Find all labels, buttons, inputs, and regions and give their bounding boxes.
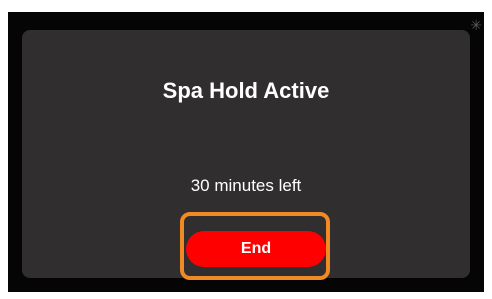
time-remaining-text: 30 minutes left	[190, 176, 302, 195]
end-button[interactable]: End	[186, 231, 326, 267]
dialog-title: Spa Hold Active	[162, 78, 330, 103]
corner-mark-icon: ✳	[470, 17, 482, 33]
